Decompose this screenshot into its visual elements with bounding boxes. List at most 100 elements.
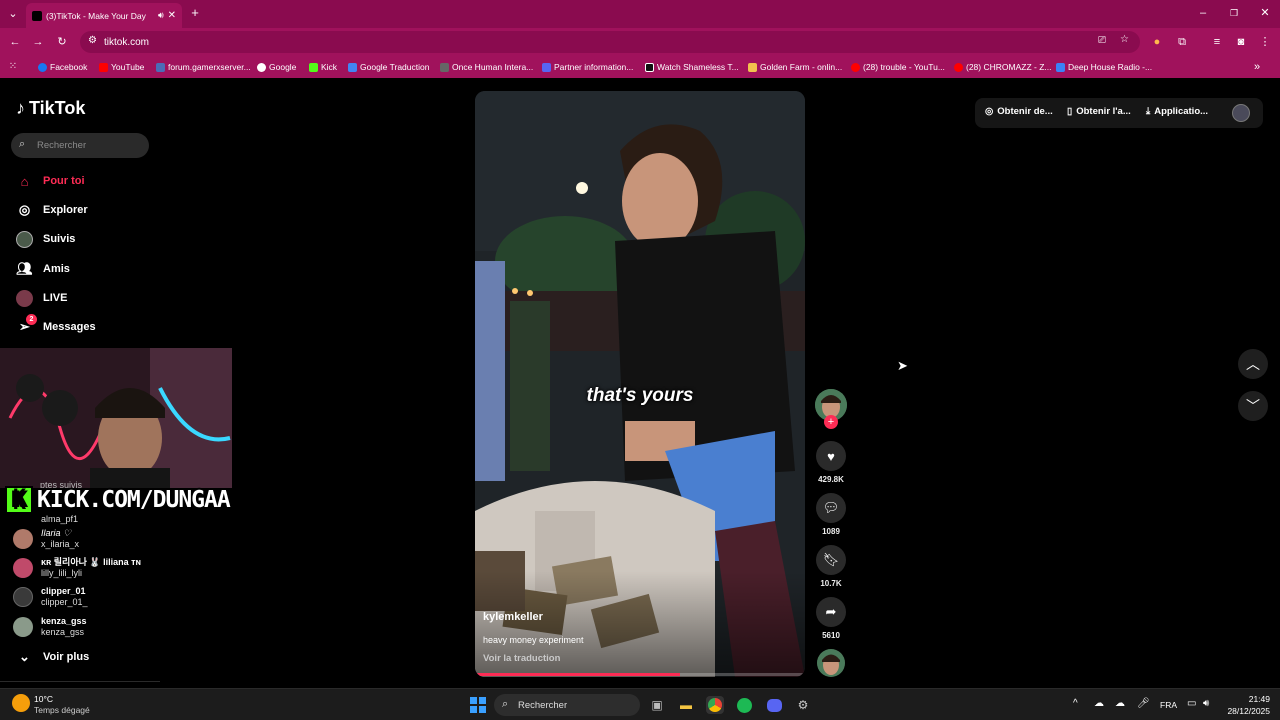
avatar — [13, 617, 33, 637]
restore-icon[interactable]: ❐ — [1227, 6, 1241, 20]
bookmark-trouble[interactable]: (28) trouble - YouTu... — [851, 60, 945, 74]
windows-logo-icon — [470, 697, 486, 713]
following-item[interactable]: Ilaria ♡ x_ilaria_x — [13, 526, 79, 552]
file-explorer-icon[interactable]: ▬ — [677, 696, 695, 714]
apps-grid-icon[interactable]: ⁙ — [6, 60, 20, 74]
avatar — [13, 587, 33, 607]
tray-sync-icon[interactable]: ☁︎ — [1094, 698, 1104, 709]
new-tab-icon[interactable]: + — [188, 6, 202, 20]
video-username[interactable]: kylemkeller — [483, 611, 543, 623]
task-view-icon[interactable]: ▣ — [648, 696, 666, 714]
creator-avatar-button[interactable]: + — [815, 389, 847, 429]
volume-icon[interactable]: 🔊︎ — [1203, 698, 1209, 709]
bookmark-google-translate[interactable]: Google Traduction — [348, 60, 429, 74]
reload-icon[interactable]: ↻ — [55, 35, 69, 49]
spotify-icon[interactable] — [735, 696, 753, 714]
bookmark-forum[interactable]: forum.gamerxserver... — [156, 60, 251, 74]
menu-icon[interactable]: ⋮ — [1258, 35, 1272, 49]
bookmark-kick[interactable]: Kick — [309, 60, 337, 74]
tab-search-icon[interactable]: ⌄ — [6, 7, 20, 21]
install-app-icon[interactable]: ⎚ — [1098, 35, 1106, 46]
search-placeholder: Rechercher — [37, 140, 87, 151]
nav-explorer[interactable]: ◎ Explorer — [16, 200, 88, 220]
get-coins-button[interactable]: ◎ Obtenir de... — [985, 106, 1053, 117]
bookmark-once-human[interactable]: Once Human Intera... — [440, 60, 533, 74]
back-icon[interactable]: ← — [8, 35, 22, 49]
clock-time[interactable]: 21:49 — [1225, 694, 1270, 704]
microphone-icon[interactable]: 🎤︎ — [1137, 698, 1150, 709]
video-progress-bar[interactable] — [475, 673, 805, 676]
comment-button[interactable]: 💬︎ 1089 — [815, 493, 847, 536]
nav-live[interactable]: LIVE — [16, 288, 67, 308]
bookmark-star-icon[interactable]: ☆ — [1120, 34, 1129, 45]
previous-video-button[interactable]: ︿ — [1238, 349, 1268, 379]
logo-text: TikTok — [29, 98, 86, 118]
bookmark-google[interactable]: Google — [257, 60, 296, 74]
app-icon[interactable]: ⚙︎ — [794, 696, 812, 714]
minimize-icon[interactable]: – — [1196, 6, 1210, 20]
wifi-icon[interactable]: ▭ — [1187, 698, 1196, 709]
discord-icon[interactable] — [765, 696, 783, 714]
weather-temp[interactable]: 10°C — [34, 694, 53, 704]
windows-taskbar: 10°C Temps dégagé ⌕ Rechercher ▣ ▬ ⚙︎ ^ … — [0, 688, 1280, 720]
search-input[interactable]: ⌕ Rechercher — [11, 133, 149, 158]
follow-plus-icon[interactable]: + — [824, 415, 838, 429]
video-player[interactable]: that's yours kylemkeller heavy money exp… — [475, 91, 805, 677]
music-disc-button[interactable] — [815, 649, 847, 677]
nav-messages[interactable]: ➢ 2 Messages — [16, 313, 96, 337]
start-button[interactable] — [469, 696, 487, 714]
tab-tiktok[interactable]: (3)TikTok - Make Your Day 🔊︎ ✕ — [26, 3, 182, 28]
see-translation-link[interactable]: Voir la traduction — [483, 653, 560, 664]
nav-pour-toi[interactable]: ⌂ Pour toi — [16, 171, 85, 191]
download-app-button[interactable]: ⤓ Applicatio... — [1146, 106, 1208, 117]
phone-icon: ▯ — [1067, 106, 1073, 117]
chevron-down-icon: ⌄ — [19, 649, 30, 664]
bookmark-shameless[interactable]: Watch Shameless T... — [645, 60, 739, 74]
site-info-icon[interactable]: ⚙︎ — [88, 35, 97, 46]
get-app-button[interactable]: ▯ Obtenir l'a... — [1067, 106, 1131, 117]
like-button[interactable]: ♥ 429.8K — [815, 441, 847, 484]
profile-icon[interactable]: ◙ — [1234, 35, 1248, 49]
bookmarks-overflow-icon[interactable]: » — [1250, 60, 1264, 74]
share-button[interactable]: ➦ 5610 — [815, 597, 847, 640]
bookmark-partner-info[interactable]: Partner information... — [542, 60, 633, 74]
following-item[interactable]: ᴋʀ 릴리아나 🐰 liliana ᴛɴ lilly_lili_lyli — [13, 555, 141, 581]
url-field[interactable]: ⚙︎ tiktok.com ⎚ ☆ — [80, 31, 1140, 53]
speaker-icon[interactable]: 🔊︎ — [158, 10, 164, 21]
see-more-button[interactable]: ⌄ Voir plus — [16, 647, 89, 667]
next-video-button[interactable]: ﹀ — [1238, 391, 1268, 421]
tiktok-logo[interactable]: ♪ TikTok — [16, 98, 85, 119]
clock-date[interactable]: 28/12/2025 — [1220, 706, 1270, 716]
tray-network-icon[interactable]: ☁︎ — [1115, 698, 1125, 709]
following-username: alma_pf1 — [41, 513, 79, 524]
bookmark-chromazz[interactable]: (28) CHROMAZZ - Z... — [954, 60, 1051, 74]
nav-suivis[interactable]: Suivis — [16, 229, 75, 249]
bookmark-facebook[interactable]: Facebook — [38, 60, 87, 74]
following-display-name: clipper_01 — [41, 586, 86, 596]
nav-amis[interactable]: 👥︎ Amis — [16, 259, 70, 279]
following-item[interactable]: kenza_gss kenza_gss — [13, 614, 87, 640]
following-item[interactable]: clipper_01 clipper_01_ — [13, 584, 88, 610]
weather-icon[interactable] — [12, 694, 30, 712]
tiktok-favicon-icon — [32, 10, 42, 21]
forward-icon[interactable]: → — [31, 35, 45, 49]
close-window-icon[interactable]: ✕ — [1258, 6, 1272, 20]
tray-overflow-icon[interactable]: ^ — [1073, 698, 1078, 709]
chrome-icon[interactable] — [706, 696, 724, 714]
profile-avatar[interactable] — [1232, 104, 1250, 122]
language-indicator[interactable]: FRA — [1160, 700, 1177, 710]
tab-close-icon[interactable]: ✕ — [168, 10, 176, 21]
taskbar-search[interactable]: ⌕ Rechercher — [494, 694, 640, 716]
tab-strip: ⌄ (3)TikTok - Make Your Day 🔊︎ ✕ + – ❐ ✕ — [0, 0, 1280, 28]
extensions-icon[interactable]: ⧉ — [1175, 35, 1189, 49]
media-control-icon[interactable]: ≡ — [1210, 35, 1224, 49]
bookmark-youtube[interactable]: YouTube — [99, 60, 144, 74]
save-button[interactable]: 🔖︎ 10.7K — [815, 545, 847, 588]
search-icon: ⌕ — [19, 138, 26, 150]
weather-description: Temps dégagé — [34, 705, 90, 715]
extension-flame-icon[interactable]: ● — [1150, 35, 1164, 49]
bookmark-label: YouTube — [111, 62, 145, 72]
following-display-name: ᴋʀ 릴리아나 🐰 liliana ᴛɴ — [41, 557, 142, 567]
bookmark-golden-farm[interactable]: Golden Farm - onlin... — [748, 60, 842, 74]
bookmark-deep-house[interactable]: Deep House Radio -... — [1056, 60, 1152, 74]
